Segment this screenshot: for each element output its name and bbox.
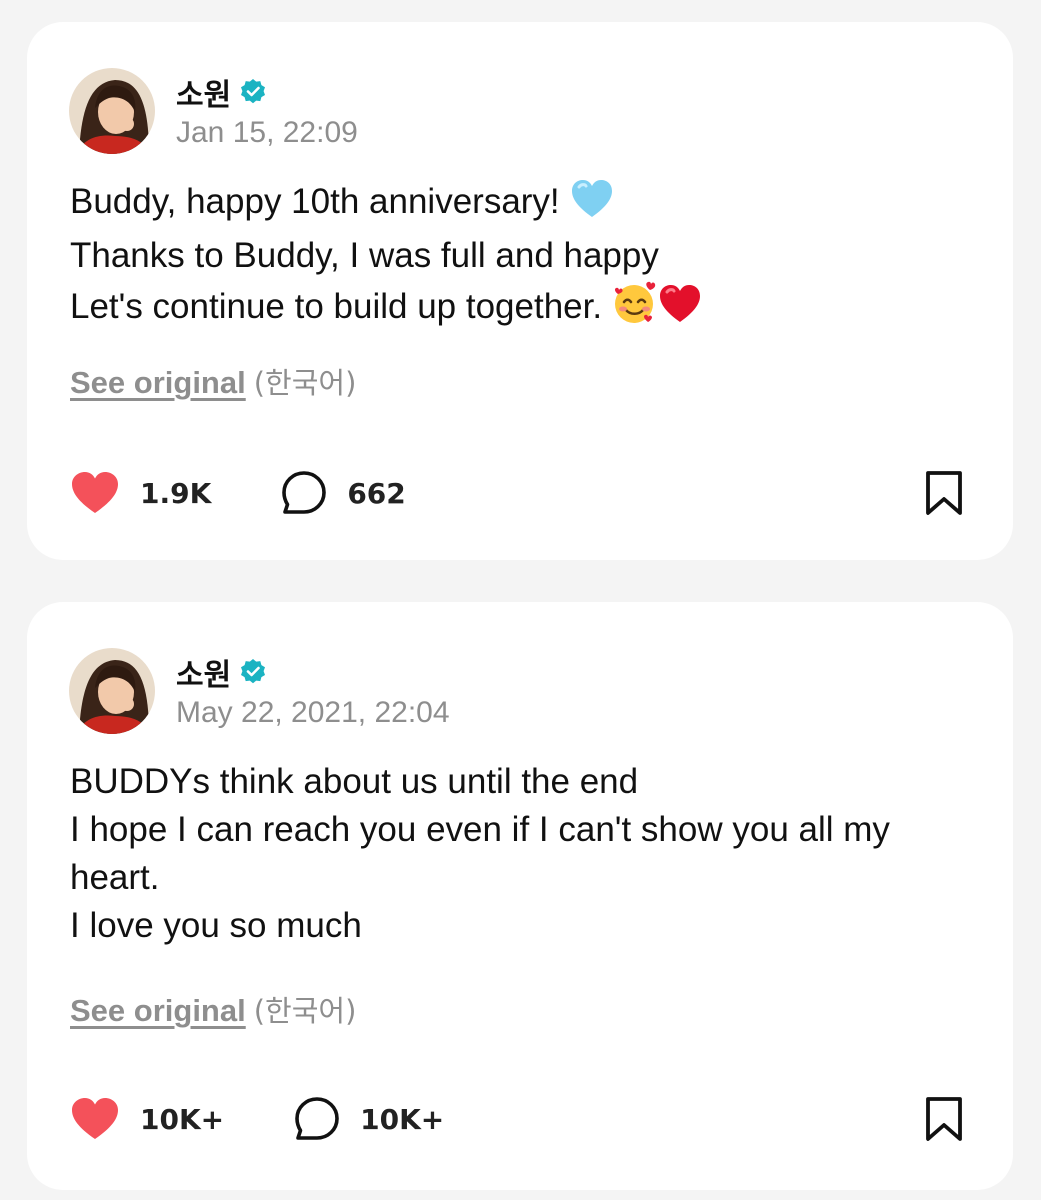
comment-button[interactable]: 10K+	[294, 1096, 444, 1142]
like-count: 10K+	[140, 1102, 225, 1136]
comment-count: 662	[347, 476, 406, 510]
bookmark-icon	[926, 1097, 962, 1141]
author-name[interactable]: 소원	[176, 650, 231, 694]
like-count: 1.9K	[140, 476, 212, 510]
post-line: heart.	[70, 858, 160, 897]
post-line: Let's continue to build up together.	[70, 280, 953, 337]
light-blue-heart-icon	[570, 179, 614, 232]
comment-count: 10K+	[360, 1102, 445, 1136]
bookmark-button[interactable]	[921, 469, 967, 517]
bookmark-icon	[926, 471, 962, 515]
red-heart-icon	[658, 284, 702, 337]
post-line: Buddy, happy 10th anniversary!	[70, 178, 953, 232]
avatar[interactable]	[69, 68, 155, 154]
post-header: 소원 Jan 15, 22:09	[69, 68, 358, 154]
author-row: 소원	[176, 70, 358, 114]
post-meta: 소원 May 22, 2021, 22:04	[176, 652, 450, 730]
post-body: BUDDYs think about us until the end I ho…	[70, 758, 953, 950]
post-body: Buddy, happy 10th anniversary! Thanks to…	[70, 178, 953, 337]
like-button[interactable]: 1.9K	[70, 471, 211, 515]
comment-bubble-icon	[282, 471, 327, 514]
post-line: Thanks to Buddy, I was full and happy	[70, 236, 659, 275]
post-meta: 소원 Jan 15, 22:09	[176, 72, 358, 150]
post-date: May 22, 2021, 22:04	[176, 696, 450, 729]
post-header: 소원 May 22, 2021, 22:04	[69, 648, 450, 734]
post-line: I love you so much	[70, 906, 362, 945]
verified-badge-icon	[239, 658, 267, 686]
comment-bubble-icon	[295, 1097, 339, 1140]
post-date: Jan 15, 22:09	[176, 116, 358, 149]
avatar[interactable]	[69, 648, 155, 734]
avatar-photo-icon	[69, 648, 155, 734]
post-actions: 10K+ 10K+	[70, 1094, 967, 1144]
see-original-link[interactable]: See original	[70, 365, 246, 400]
heart-icon	[72, 1098, 118, 1139]
author-row: 소원	[176, 650, 450, 694]
heart-icon	[72, 472, 118, 513]
author-name[interactable]: 소원	[176, 70, 231, 114]
like-button[interactable]: 10K+	[70, 1097, 224, 1141]
post-line-text: Let's continue to build up together.	[70, 287, 603, 326]
verified-badge-icon	[239, 78, 267, 106]
original-language: (한국어)	[253, 994, 357, 1028]
post-line: I hope I can reach you even if I can't s…	[70, 810, 890, 849]
post-line: BUDDYs think about us until the end	[70, 762, 639, 801]
post-actions: 1.9K 662	[70, 468, 967, 518]
post-card: 소원 Jan 15, 22:09 Buddy, happy 10th anniv…	[27, 22, 1013, 560]
comment-button[interactable]: 662	[281, 470, 406, 516]
smiling-face-with-hearts-icon	[612, 280, 658, 337]
post-line-text: Buddy, happy 10th anniversary!	[70, 182, 560, 221]
see-original-row: See original (한국어)	[70, 360, 356, 402]
see-original-link[interactable]: See original	[70, 993, 246, 1028]
see-original-row: See original (한국어)	[70, 988, 356, 1030]
post-card: 소원 May 22, 2021, 22:04 BUDDYs think abou…	[27, 602, 1013, 1190]
avatar-photo-icon	[69, 68, 155, 154]
original-language: (한국어)	[253, 366, 357, 400]
bookmark-button[interactable]	[921, 1095, 967, 1143]
